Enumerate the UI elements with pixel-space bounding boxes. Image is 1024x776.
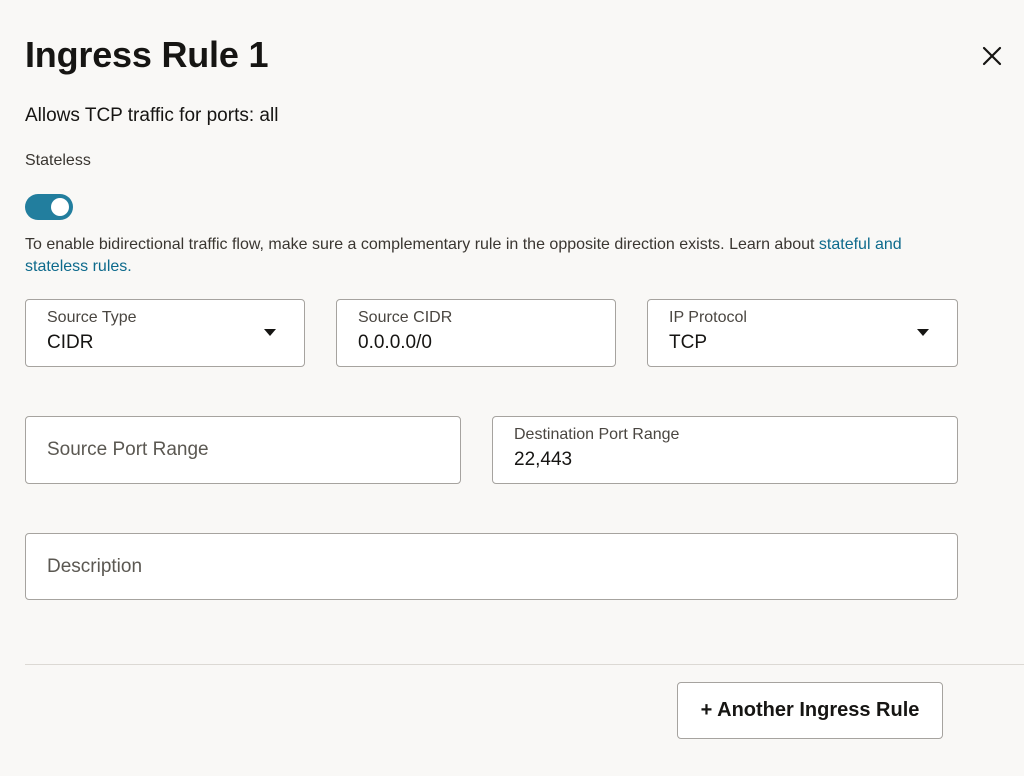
source-port-range-input[interactable]: Source Port Range xyxy=(25,416,461,484)
description-input[interactable]: Description xyxy=(25,533,958,600)
source-type-value: CIDR xyxy=(47,332,94,353)
stateless-label: Stateless xyxy=(25,152,91,169)
help-text: To enable bidirectional traffic flow, ma… xyxy=(25,234,905,278)
source-cidr-label: Source CIDR xyxy=(358,309,453,326)
source-type-select[interactable]: Source Type CIDR xyxy=(25,299,305,367)
destination-port-range-label: Destination Port Range xyxy=(514,426,680,443)
close-icon xyxy=(982,46,1002,71)
description-placeholder: Description xyxy=(47,555,143,577)
chevron-down-icon xyxy=(917,329,929,336)
source-port-range-placeholder: Source Port Range xyxy=(47,439,209,460)
close-button[interactable] xyxy=(976,42,1008,74)
help-text-body: To enable bidirectional traffic flow, ma… xyxy=(25,236,819,253)
destination-port-range-value: 22,443 xyxy=(514,449,573,470)
ip-protocol-select[interactable]: IP Protocol TCP xyxy=(647,299,958,367)
rule-summary: Allows TCP traffic for ports: all xyxy=(25,105,279,126)
stateless-toggle[interactable] xyxy=(25,194,73,220)
destination-port-range-input[interactable]: Destination Port Range 22,443 xyxy=(492,416,958,484)
source-type-label: Source Type xyxy=(47,309,137,326)
source-cidr-input[interactable]: Source CIDR 0.0.0.0/0 xyxy=(336,299,616,367)
source-cidr-value: 0.0.0.0/0 xyxy=(358,332,432,353)
chevron-down-icon xyxy=(264,329,276,336)
footer-divider xyxy=(25,664,1024,665)
add-ingress-rule-button[interactable]: + Another Ingress Rule xyxy=(677,682,943,739)
page-title: Ingress Rule 1 xyxy=(25,34,269,75)
ip-protocol-value: TCP xyxy=(669,332,707,353)
ip-protocol-label: IP Protocol xyxy=(669,309,747,326)
ingress-rule-panel: Ingress Rule 1 Allows TCP traffic for po… xyxy=(0,0,1024,776)
toggle-knob xyxy=(51,198,69,216)
